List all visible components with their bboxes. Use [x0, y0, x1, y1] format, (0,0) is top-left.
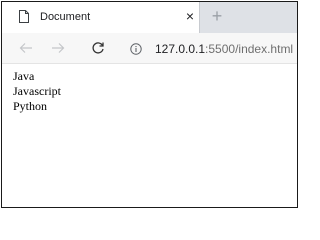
- reload-icon: [92, 42, 104, 54]
- list-item: Javascript: [13, 84, 61, 98]
- browser-window: Document × + 127.0.0.1:5500/index.html J…: [1, 1, 298, 208]
- list-item: Python: [13, 99, 48, 113]
- arrow-left-icon: [19, 43, 32, 53]
- info-icon[interactable]: [130, 43, 142, 55]
- document-icon: [19, 10, 29, 23]
- page-content: Java Javascript Python: [2, 64, 297, 207]
- url-path: :5500/index.html: [205, 42, 294, 56]
- forward-button[interactable]: [48, 33, 68, 64]
- language-list: Java Javascript Python: [13, 69, 61, 114]
- close-tab-icon[interactable]: ×: [183, 8, 197, 24]
- tab-title: Document: [40, 11, 91, 23]
- back-button[interactable]: [16, 33, 36, 64]
- address-bar[interactable]: 127.0.0.1:5500/index.html: [122, 39, 297, 59]
- tab-document[interactable]: Document ×: [2, 2, 200, 33]
- tab-strip: Document × +: [2, 2, 297, 33]
- new-tab-button[interactable]: +: [209, 7, 225, 25]
- url-host: 127.0.0.1: [155, 42, 206, 56]
- reload-button[interactable]: [88, 33, 108, 64]
- url-text[interactable]: 127.0.0.1:5500/index.html: [155, 42, 293, 56]
- browser-toolbar: 127.0.0.1:5500/index.html: [2, 33, 297, 64]
- arrow-right-icon: [52, 43, 65, 53]
- list-item: Java: [13, 69, 35, 83]
